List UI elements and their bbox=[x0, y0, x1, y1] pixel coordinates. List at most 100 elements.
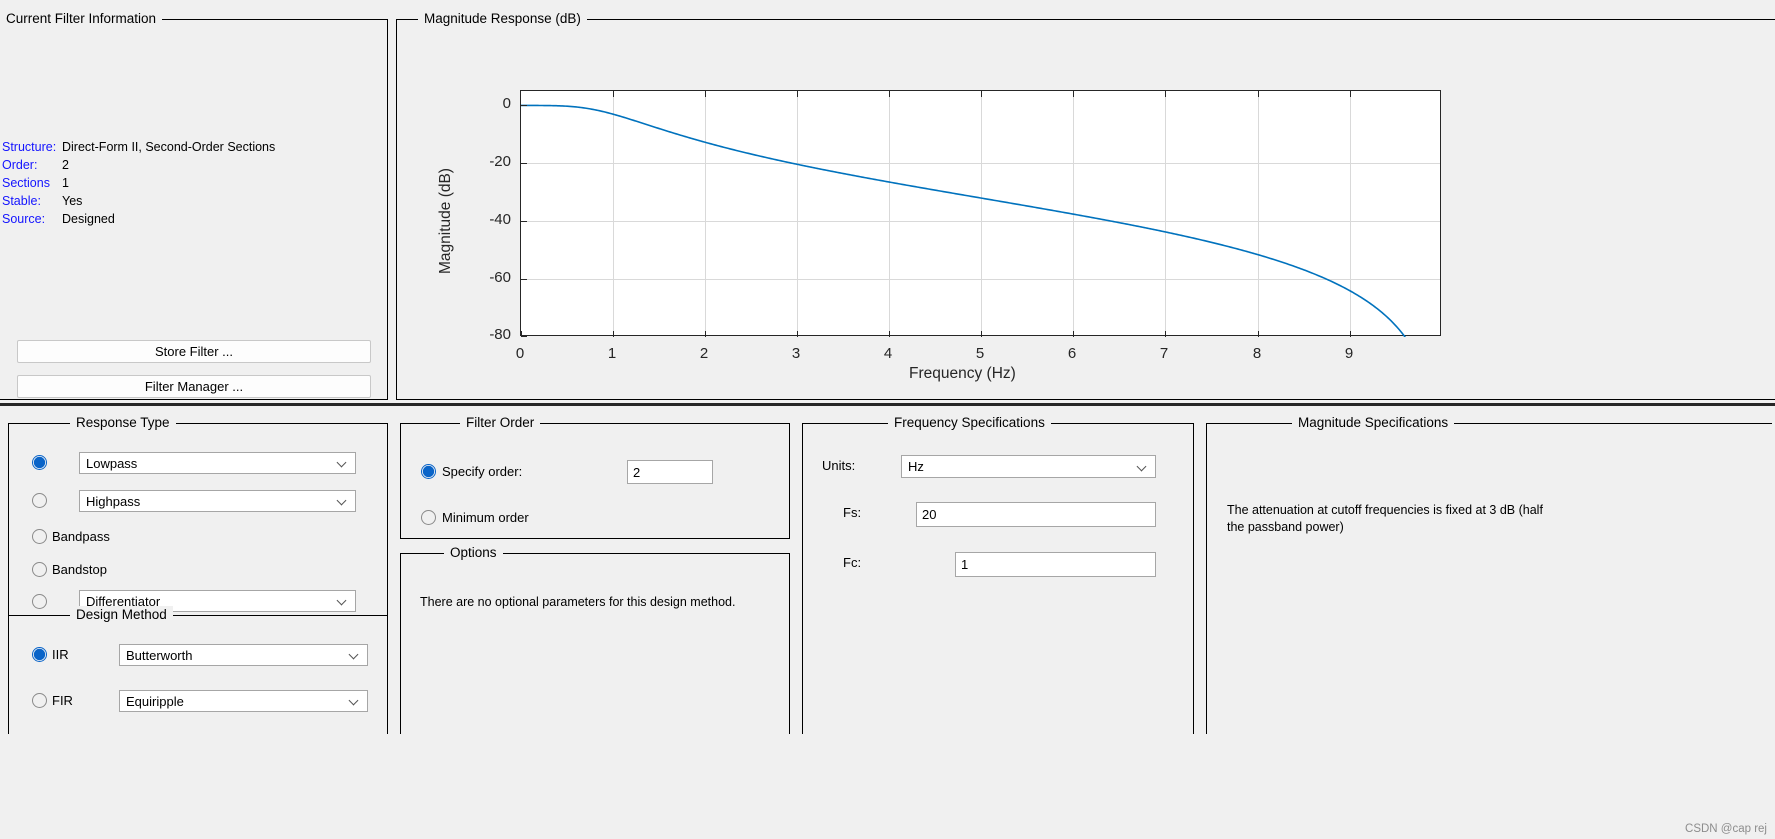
x-tick-label: 9 bbox=[1344, 345, 1354, 362]
y-tick-label: 0 bbox=[502, 95, 511, 112]
filter-info-value: Direct-Form II, Second-Order Sections bbox=[62, 140, 276, 154]
design-method-label-fir: FIR bbox=[52, 693, 73, 708]
response-type-combo-highpass[interactable]: Highpass bbox=[79, 490, 356, 512]
response-type-radio-lowpass[interactable] bbox=[32, 455, 47, 470]
plot-axes[interactable] bbox=[520, 90, 1441, 337]
x-tick-label: 6 bbox=[1067, 345, 1077, 362]
axis-tick bbox=[1165, 331, 1166, 337]
axis-tick bbox=[981, 91, 982, 97]
minimum-order-radio[interactable] bbox=[421, 510, 436, 525]
y-tick-label: -60 bbox=[489, 269, 511, 286]
design-method-panel: Design Method IIR Butterworth FIR Equiri… bbox=[8, 606, 388, 734]
x-tick-label: 2 bbox=[699, 345, 709, 362]
axis-tick bbox=[521, 331, 522, 337]
filter-info-key: Order: bbox=[2, 158, 38, 172]
combo-value: Butterworth bbox=[126, 647, 193, 663]
axis-tick bbox=[521, 163, 527, 164]
chevron-down-icon bbox=[338, 496, 347, 505]
axis-tick bbox=[613, 91, 614, 97]
y-tick-label: -20 bbox=[489, 153, 511, 170]
panel-title: Current Filter Information bbox=[0, 10, 163, 28]
filter-manager-button[interactable]: Filter Manager ... bbox=[17, 375, 371, 398]
axis-tick bbox=[1258, 91, 1259, 97]
panel-title: Options bbox=[444, 544, 503, 562]
fs-value: 20 bbox=[922, 507, 937, 522]
axis-tick bbox=[797, 331, 798, 337]
y-tick-label: -80 bbox=[489, 326, 511, 343]
axis-tick bbox=[1350, 331, 1351, 337]
fs-label: Fs: bbox=[843, 505, 862, 520]
response-type-radio-bandpass[interactable] bbox=[32, 529, 47, 544]
design-method-combo-iir[interactable]: Butterworth bbox=[119, 644, 368, 666]
chevron-down-icon bbox=[1138, 462, 1147, 471]
axis-tick bbox=[521, 221, 527, 222]
response-type-combo-lowpass[interactable]: Lowpass bbox=[79, 452, 356, 474]
fs-input[interactable]: 20 bbox=[916, 502, 1156, 527]
response-type-radio-bandstop[interactable] bbox=[32, 562, 47, 577]
response-type-radio-differentiator[interactable] bbox=[32, 594, 47, 609]
axis-tick bbox=[1073, 331, 1074, 337]
design-method-body: IIR Butterworth FIR Equiripple bbox=[9, 616, 387, 733]
response-type-label-bandpass: Bandpass bbox=[52, 529, 110, 544]
magnitude-specifications-body: The attenuation at cutoff frequencies is… bbox=[1207, 424, 1771, 733]
magnitude-response-curve bbox=[521, 104, 1407, 337]
axis-tick bbox=[1073, 91, 1074, 97]
chevron-down-icon bbox=[338, 458, 347, 467]
axis-tick bbox=[613, 331, 614, 337]
filter-info-key: Source: bbox=[2, 212, 46, 226]
chevron-down-icon bbox=[338, 596, 347, 605]
x-tick-label: 1 bbox=[607, 345, 617, 362]
fc-input[interactable]: 1 bbox=[955, 552, 1156, 577]
response-type-label-bandstop: Bandstop bbox=[52, 562, 107, 577]
frequency-specifications-panel: Frequency Specifications Units: Hz Fs: 2… bbox=[802, 414, 1194, 734]
combo-value: Lowpass bbox=[86, 455, 138, 471]
panel-title: Response Type bbox=[70, 414, 176, 432]
filter-info-key: Sections bbox=[2, 176, 50, 190]
order-value-input[interactable]: 2 bbox=[627, 460, 713, 484]
y-tick-label: -40 bbox=[489, 211, 511, 228]
axis-tick bbox=[705, 91, 706, 97]
minimum-order-label: Minimum order bbox=[442, 510, 529, 525]
axis-tick bbox=[705, 331, 706, 337]
frequency-specifications-body: Units: Hz Fs: 20 Fc: 1 bbox=[803, 424, 1193, 733]
fc-label: Fc: bbox=[843, 555, 862, 570]
panel-title: Magnitude Specifications bbox=[1292, 414, 1455, 432]
design-method-label-iir: IIR bbox=[52, 647, 69, 662]
x-tick-label: 3 bbox=[791, 345, 801, 362]
order-value: 2 bbox=[633, 464, 641, 480]
response-type-radio-highpass[interactable] bbox=[32, 493, 47, 508]
specify-order-label: Specify order: bbox=[442, 464, 523, 479]
filter-info-value: Yes bbox=[62, 194, 83, 208]
x-axis-label: Frequency (Hz) bbox=[909, 365, 1016, 382]
options-message: There are no optional parameters for thi… bbox=[420, 595, 736, 609]
store-filter-button[interactable]: Store Filter ... bbox=[17, 340, 371, 363]
chevron-down-icon bbox=[350, 696, 359, 705]
units-combo[interactable]: Hz bbox=[901, 455, 1156, 478]
x-tick-label: 5 bbox=[975, 345, 985, 362]
design-method-radio-iir[interactable] bbox=[32, 647, 47, 662]
x-tick-label: 8 bbox=[1252, 345, 1262, 362]
axis-tick bbox=[981, 331, 982, 337]
options-panel: Options There are no optional parameters… bbox=[400, 544, 790, 734]
filter-info-value: Designed bbox=[62, 212, 115, 226]
response-type-body: Lowpass Highpass Bandpass Bandstop Diffe… bbox=[9, 424, 387, 620]
panel-title: Design Method bbox=[70, 606, 173, 624]
specify-order-radio[interactable] bbox=[421, 464, 436, 479]
units-label: Units: bbox=[822, 458, 856, 473]
magnitude-specifications-message: The attenuation at cutoff frequencies is… bbox=[1227, 503, 1543, 534]
filter-info-value: 1 bbox=[62, 176, 69, 190]
magnitude-specifications-panel: Magnitude Specifications The attenuation… bbox=[1206, 414, 1772, 734]
axis-tick bbox=[797, 91, 798, 97]
filter-order-body: Specify order: 2 Minimum order bbox=[401, 424, 789, 538]
magnitude-response-panel: Magnitude Response (dB) 0 -20 -40 -60 -8… bbox=[396, 10, 1775, 400]
design-method-combo-fir[interactable]: Equiripple bbox=[119, 690, 368, 712]
combo-value: Equiripple bbox=[126, 693, 184, 709]
filter-information-body: Structure: Direct-Form II, Second-Order … bbox=[0, 20, 387, 399]
design-method-radio-fir[interactable] bbox=[32, 693, 47, 708]
axis-tick bbox=[889, 91, 890, 97]
axis-tick bbox=[1258, 331, 1259, 337]
x-tick-label: 0 bbox=[515, 345, 525, 362]
plot-area[interactable]: 0 -20 -40 -60 -80 0 1 2 3 4 5 6 7 8 9 Ma… bbox=[397, 20, 1775, 399]
panel-divider bbox=[0, 403, 1775, 406]
axis-tick bbox=[1165, 91, 1166, 97]
